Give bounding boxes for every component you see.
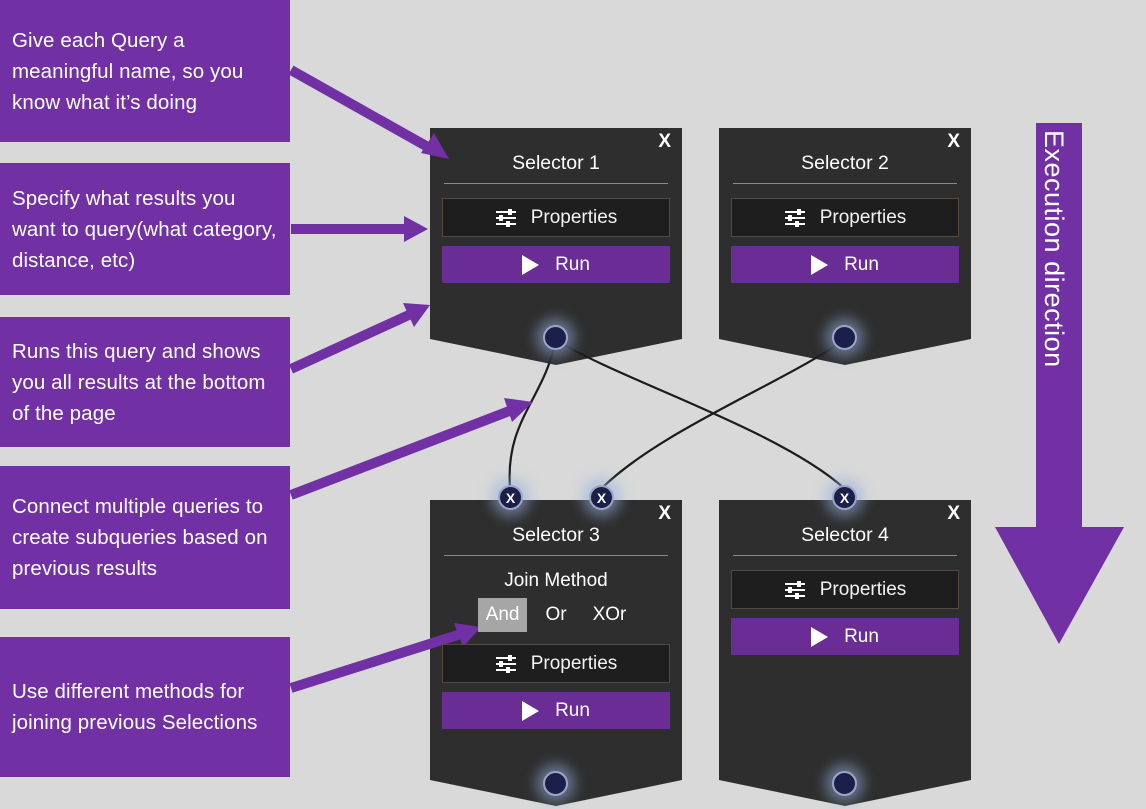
properties-label: Properties — [819, 578, 907, 600]
arrow-run-query — [288, 303, 430, 374]
diagram-canvas: Give each Query a meaningful name, so yo… — [0, 0, 1146, 809]
arrow-specify-results — [291, 216, 428, 242]
callout-connect-queries: Connect multiple queries to create subqu… — [0, 466, 290, 609]
run-label: Run — [844, 625, 879, 647]
tune-icon — [784, 580, 806, 599]
join-method-label: Join Method — [504, 570, 608, 591]
node-body: Selector 4 Properties Run — [719, 500, 971, 655]
node-body: Selector 3 Join Method And Or XOr Proper… — [430, 500, 682, 729]
callout-specify-results: Specify what results you want to query(w… — [0, 163, 290, 295]
close-icon[interactable]: X — [947, 504, 960, 523]
run-label: Run — [555, 253, 590, 275]
divider — [444, 183, 668, 184]
node-body: Selector 1 Properties Run — [430, 128, 682, 283]
callout-text: Connect multiple queries to create subqu… — [12, 495, 268, 580]
input-port-selector-3-a[interactable]: X — [498, 485, 523, 510]
properties-label: Properties — [819, 206, 907, 228]
callout-name-query: Give each Query a meaningful name, so yo… — [0, 0, 290, 142]
properties-button[interactable]: Properties — [731, 570, 959, 609]
join-option-or[interactable]: Or — [537, 598, 574, 632]
callout-text: Specify what results you want to query(w… — [12, 186, 277, 272]
divider — [444, 555, 668, 556]
node-title: Selector 3 — [512, 524, 600, 546]
join-method-options: And Or XOr — [442, 598, 670, 632]
wire-s1-to-s4a — [557, 340, 846, 490]
output-port-selector-1[interactable] — [543, 325, 568, 350]
output-port-selector-3[interactable] — [543, 771, 568, 796]
tune-icon — [495, 208, 517, 227]
properties-button[interactable]: Properties — [442, 198, 670, 237]
output-port-selector-4[interactable] — [832, 771, 857, 796]
close-icon[interactable]: X — [658, 504, 671, 523]
close-icon[interactable]: X — [947, 132, 960, 151]
run-label: Run — [555, 699, 590, 721]
callout-text: Runs this query and shows you all result… — [12, 339, 266, 425]
properties-label: Properties — [530, 652, 618, 674]
join-option-xor[interactable]: XOr — [585, 598, 635, 632]
callout-join-methods: Use different methods for joining previo… — [0, 637, 290, 777]
run-button[interactable]: Run — [442, 692, 670, 729]
close-icon[interactable]: X — [658, 132, 671, 151]
play-icon — [522, 700, 540, 721]
properties-button[interactable]: Properties — [442, 644, 670, 683]
arrow-connect-queries — [289, 398, 533, 500]
play-icon — [811, 626, 829, 647]
callout-text: Give each Query a meaningful name, so yo… — [12, 28, 244, 114]
properties-button[interactable]: Properties — [731, 198, 959, 237]
tune-icon — [495, 654, 517, 673]
run-button[interactable]: Run — [442, 246, 670, 283]
run-label: Run — [844, 253, 879, 275]
node-title: Selector 2 — [801, 152, 889, 174]
node-title: Selector 1 — [512, 152, 600, 174]
run-button[interactable]: Run — [731, 246, 959, 283]
properties-label: Properties — [530, 206, 618, 228]
node-selector-2[interactable]: X Selector 2 Properties Run — [719, 128, 971, 339]
input-port-selector-3-b[interactable]: X — [589, 485, 614, 510]
node-selector-1[interactable]: X Selector 1 Properties Run — [430, 128, 682, 339]
play-icon — [811, 254, 829, 275]
tune-icon — [784, 208, 806, 227]
callout-text: Use different methods for joining previo… — [12, 680, 258, 734]
output-port-selector-2[interactable] — [832, 325, 857, 350]
join-option-and[interactable]: And — [477, 598, 528, 632]
input-port-selector-4-a[interactable]: X — [832, 485, 857, 510]
divider — [733, 183, 957, 184]
execution-direction-label: Execution direction — [1039, 130, 1069, 368]
play-icon — [522, 254, 540, 275]
node-selector-3[interactable]: X Selector 3 Join Method And Or XOr Prop… — [430, 500, 682, 780]
divider — [733, 555, 957, 556]
arrow-name-query — [288, 65, 449, 159]
node-body: Selector 2 Properties Run — [719, 128, 971, 283]
callout-run-query: Runs this query and shows you all result… — [0, 317, 290, 447]
wire-s2-to-s3b — [600, 338, 846, 490]
run-button[interactable]: Run — [731, 618, 959, 655]
node-selector-4[interactable]: X Selector 4 Properties Run — [719, 500, 971, 780]
